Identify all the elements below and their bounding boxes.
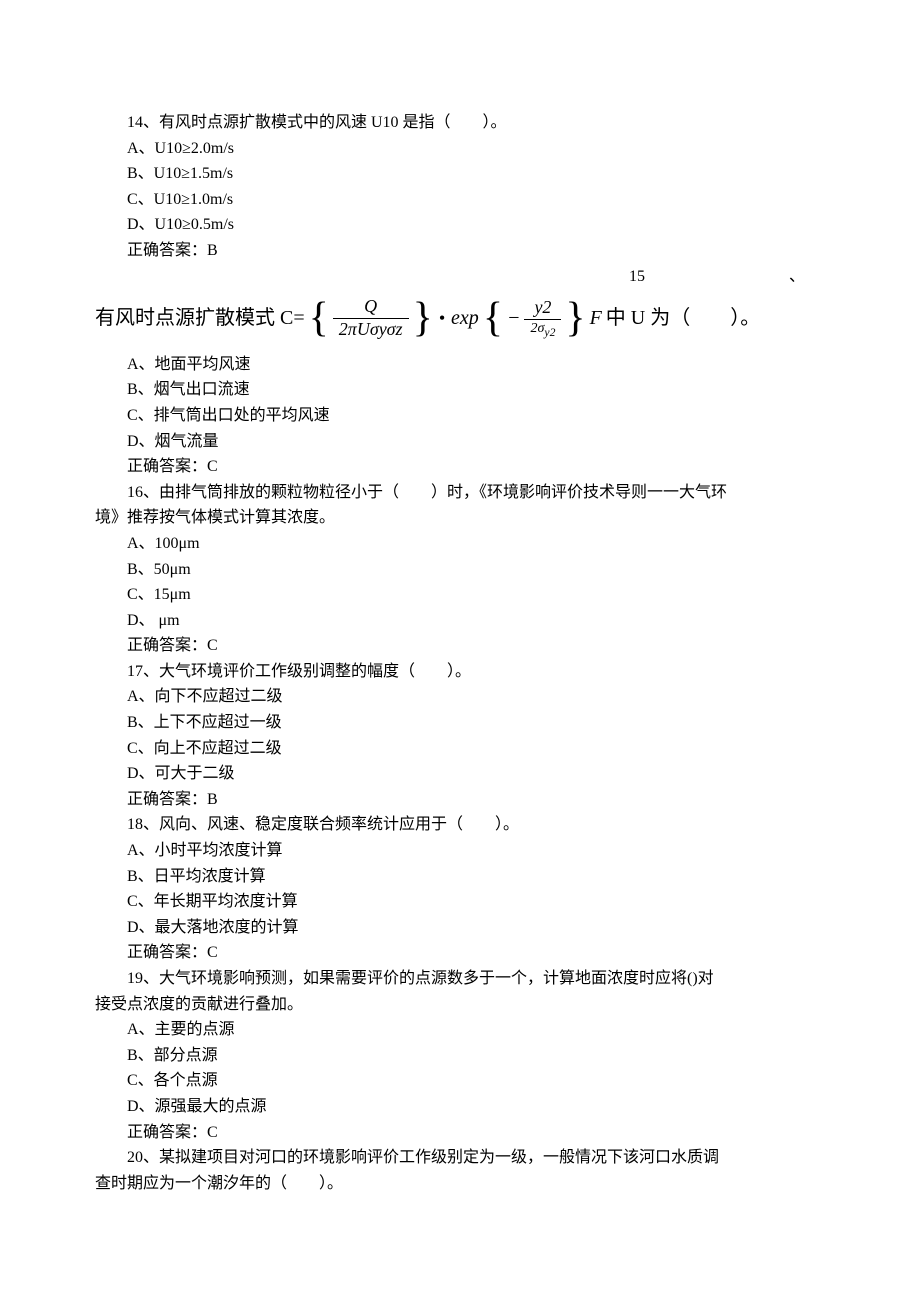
q19-line2: 接受点浓度的贡献进行叠加。 [95, 992, 825, 1018]
q14-opt-c: C、U10≥1.0m/s [95, 187, 825, 213]
q14-opt-b: B、U10≥1.5m/s [95, 161, 825, 187]
q18-opt-a: A、小时平均浓度计算 [95, 838, 825, 864]
q15-num: 15 [629, 268, 645, 285]
q17-text: 17、大气环境评价工作级别调整的幅度（ ）。 [95, 659, 825, 685]
q20-line1: 20、某拟建项目对河口的环境影响评价工作级别定为一级，一般情况下该河口水质调 [95, 1145, 825, 1171]
q15-dunhao: 、 [789, 264, 805, 290]
q15-exp: exp [451, 302, 479, 334]
q20-line2: 查时期应为一个潮汐年的（ ）。 [95, 1171, 825, 1197]
q18-answer: 正确答案：C [95, 940, 825, 966]
q16-opt-a: A、100μm [95, 531, 825, 557]
q16-opt-c: C、15μm [95, 582, 825, 608]
q16-line2: 境》推荐按气体模式计算其浓度。 [95, 505, 825, 531]
q15-opt-c: C、排气筒出口处的平均风速 [95, 403, 825, 429]
q18-text: 18、风向、风速、稳定度联合频率统计应用于（ ）。 [95, 812, 825, 838]
q14-answer: 正确答案：B [95, 238, 825, 264]
q15-frac2: y2 2σy2 [524, 298, 561, 339]
q17-answer: 正确答案：B [95, 787, 825, 813]
q18-opt-d: D、最大落地浓度的计算 [95, 915, 825, 941]
q16-opt-b: B、50μm [95, 557, 825, 583]
q15-answer: 正确答案：C [95, 454, 825, 480]
q14-text: 14、有风时点源扩散模式中的风速 U10 是指（ ）。 [95, 110, 825, 136]
q15-formula-prefix: 有风时点源扩散模式 C= [95, 302, 305, 334]
q17-opt-d: D、可大于二级 [95, 761, 825, 787]
minus-icon: − [507, 302, 521, 334]
q15-formula-F: F [590, 302, 602, 334]
q15-formula: 有风时点源扩散模式 C= { Q 2πUσyσz } • exp { − y2 … [95, 289, 825, 352]
q15-frac1: Q 2πUσyσz [333, 297, 409, 340]
brace-right-2: } [565, 302, 585, 336]
q15-opt-d: D、烟气流量 [95, 429, 825, 455]
q17-opt-b: B、上下不应超过一级 [95, 710, 825, 736]
q19-line1: 19、大气环境影响预测，如果需要评价的点源数多于一个，计算地面浓度时应将()对 [95, 966, 825, 992]
q15-opt-b: B、烟气出口流速 [95, 377, 825, 403]
q15-frac2-num: y2 [528, 298, 557, 319]
q16-opt-d: D、 μm [95, 608, 825, 634]
brace-left-2: { [483, 302, 503, 336]
brace-left-1: { [309, 302, 329, 336]
q15-frac2-den: 2σy2 [524, 319, 561, 340]
q19-opt-a: A、主要的点源 [95, 1017, 825, 1043]
q15-number-line: 15 、 [95, 264, 825, 290]
q15-frac1-num: Q [358, 297, 383, 318]
q15-frac1-den: 2πUσyσz [333, 318, 409, 340]
q14-opt-d: D、U10≥0.5m/s [95, 212, 825, 238]
q18-opt-c: C、年长期平均浓度计算 [95, 889, 825, 915]
q16-line1: 16、由排气筒排放的颗粒物粒径小于（ ）时，《环境影响评价技术导则一一大气环 [95, 480, 825, 506]
q15-opt-a: A、地面平均风速 [95, 352, 825, 378]
q19-opt-c: C、各个点源 [95, 1068, 825, 1094]
brace-right-1: } [413, 302, 433, 336]
q17-opt-a: A、向下不应超过二级 [95, 684, 825, 710]
q19-opt-b: B、部分点源 [95, 1043, 825, 1069]
dot-icon: • [439, 304, 445, 333]
q14-opt-a: A、U10≥2.0m/s [95, 136, 825, 162]
q19-answer: 正确答案：C [95, 1120, 825, 1146]
q18-opt-b: B、日平均浓度计算 [95, 864, 825, 890]
q15-formula-suffix: 中 U 为（ ）。 [606, 302, 760, 334]
q16-answer: 正确答案：C [95, 633, 825, 659]
q19-opt-d: D、源强最大的点源 [95, 1094, 825, 1120]
q17-opt-c: C、向上不应超过二级 [95, 736, 825, 762]
